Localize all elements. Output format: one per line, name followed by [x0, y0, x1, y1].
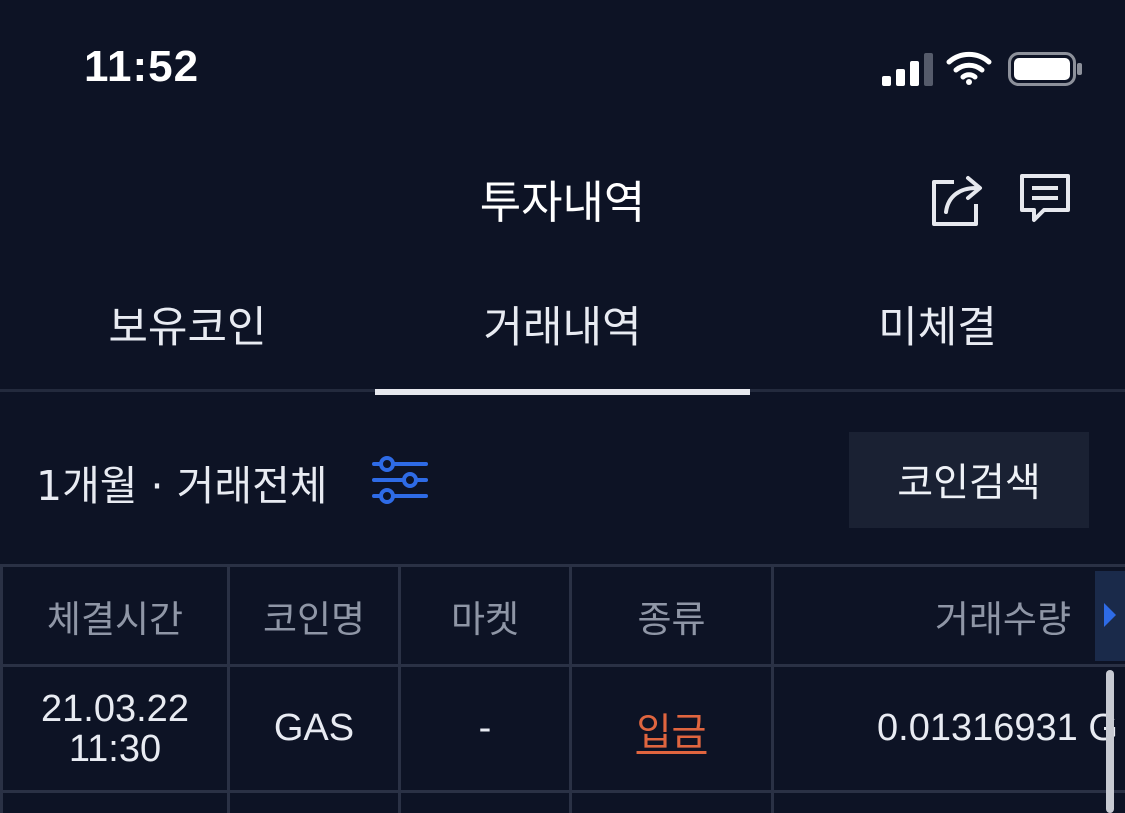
- cellular-signal-icon: [882, 53, 933, 86]
- chevron-right-icon: [1104, 603, 1116, 627]
- table-row[interactable]: [0, 793, 1125, 813]
- status-bar: 11:52: [0, 0, 1125, 135]
- column-header-fill-time[interactable]: 체결시간: [0, 567, 230, 664]
- system-icons: [880, 48, 1090, 92]
- column-header-coin[interactable]: 코인명: [230, 567, 401, 664]
- battery-icon: [1008, 52, 1082, 86]
- tab-trade-history[interactable]: 거래내역: [375, 280, 750, 395]
- status-time: 11:52: [84, 42, 200, 91]
- market-cell: -: [401, 667, 572, 790]
- column-header-quantity[interactable]: 거래수량: [774, 567, 1125, 664]
- wifi-icon: [946, 51, 992, 85]
- tab-unfilled[interactable]: 미체결: [750, 280, 1125, 392]
- filter-summary[interactable]: 1개월 · 거래전체: [36, 452, 328, 512]
- chat-button[interactable]: [1014, 168, 1076, 230]
- chat-icon: [1020, 174, 1070, 222]
- fill-date: 21.03.22: [41, 687, 189, 730]
- tab-holdings[interactable]: 보유코인: [0, 280, 375, 392]
- vertical-scrollbar[interactable]: [1106, 670, 1114, 813]
- share-button[interactable]: [926, 168, 988, 230]
- sliders-filter-icon[interactable]: [372, 455, 428, 505]
- coin-name-cell: [230, 793, 401, 813]
- fill-time: 11:30: [68, 727, 162, 770]
- deposit-link[interactable]: 입금: [637, 701, 707, 756]
- coin-name-cell: GAS: [230, 667, 401, 790]
- coin-search-button[interactable]: 코인검색: [849, 432, 1089, 528]
- column-header-type[interactable]: 종류: [572, 567, 774, 664]
- column-header-market[interactable]: 마켓: [401, 567, 572, 664]
- type-cell: [572, 793, 774, 813]
- tab-bar: 보유코인 거래내역 미체결: [0, 280, 1125, 395]
- investment-history-screen: 11:52 투자내역 보유코인 거래내역 미체결 1개월 · 거래전체 코인검색…: [0, 0, 1125, 813]
- fill-time-cell: 21.03.22 11:30: [0, 667, 230, 790]
- share-icon: [932, 176, 982, 226]
- quantity-cell: 0.01316931 G: [877, 707, 1118, 749]
- fill-time-cell: [0, 793, 230, 813]
- table-row[interactable]: 21.03.22 11:30 GAS - 입금 0.01316931 G: [0, 667, 1125, 793]
- type-cell: 입금: [572, 667, 774, 790]
- scroll-right-button[interactable]: [1095, 571, 1125, 661]
- market-cell: [401, 793, 572, 813]
- quantity-cell: [774, 793, 1125, 813]
- trade-history-table: 체결시간 코인명 마켓 종류 거래수량 21.03.22 11:30 GAS -…: [0, 564, 1125, 813]
- table-header-row: 체결시간 코인명 마켓 종류 거래수량: [0, 567, 1125, 667]
